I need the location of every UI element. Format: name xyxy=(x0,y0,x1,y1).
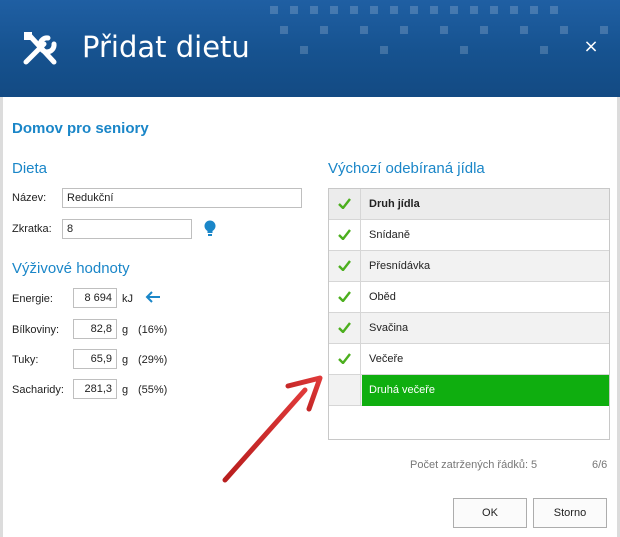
check-icon xyxy=(338,198,351,209)
row-checkbox[interactable] xyxy=(329,282,361,312)
fat-label: Tuky: xyxy=(12,354,39,366)
table-row-selected[interactable]: Druhá večeře xyxy=(329,375,609,406)
check-icon xyxy=(338,260,351,271)
check-icon xyxy=(338,291,351,302)
header-checkbox[interactable] xyxy=(329,189,361,219)
check-icon xyxy=(338,229,351,240)
energy-unit: kJ xyxy=(122,293,133,305)
short-label: Zkratka: xyxy=(12,223,52,235)
row-checkbox[interactable] xyxy=(329,344,361,374)
protein-label: Bílkoviny: xyxy=(12,324,60,336)
table-row[interactable]: Přesnídávka xyxy=(329,251,609,282)
carbs-label: Sacharidy: xyxy=(12,384,64,396)
cancel-button[interactable]: Storno xyxy=(533,498,607,528)
carbs-unit: g xyxy=(122,384,129,396)
ok-button[interactable]: OK xyxy=(453,498,527,528)
row-checkbox[interactable] xyxy=(329,313,361,343)
table-row[interactable]: Svačina xyxy=(329,313,609,344)
row-checkbox[interactable] xyxy=(329,251,361,281)
checked-rows-count: Počet zatržených řádků: 5 xyxy=(410,459,538,471)
title-bar: Přidat dietu × xyxy=(0,0,620,97)
row-checkbox[interactable] xyxy=(329,220,361,250)
row-checkbox[interactable] xyxy=(329,375,361,405)
energy-label: Energie: xyxy=(12,293,53,305)
grid-header-row[interactable]: Druh jídla xyxy=(329,189,609,220)
wrench-screwdriver-icon xyxy=(23,32,57,65)
lightbulb-icon[interactable] xyxy=(204,220,216,237)
table-row[interactable]: Oběd xyxy=(329,282,609,313)
meal-label: Druhá večeře xyxy=(369,384,436,396)
row-position: 6/6 xyxy=(592,459,608,471)
meal-label: Svačina xyxy=(369,322,409,334)
fat-percent: (29%) xyxy=(138,354,168,366)
column-header-meal-type: Druh jídla xyxy=(369,198,420,210)
header-pattern xyxy=(270,6,608,54)
organization-title: Domov pro seniory xyxy=(12,120,149,137)
protein-input[interactable]: 82,8 xyxy=(73,319,117,339)
diet-section-title: Dieta xyxy=(12,160,48,177)
check-icon xyxy=(338,322,351,333)
nutrition-section-title: Výživové hodnoty xyxy=(12,260,130,277)
arrow-left-icon[interactable] xyxy=(145,291,161,303)
protein-unit: g xyxy=(122,324,129,336)
name-input[interactable]: Redukční xyxy=(62,188,302,208)
close-icon[interactable]: × xyxy=(582,38,600,56)
meal-label: Večeře xyxy=(369,353,404,365)
check-icon xyxy=(338,353,351,364)
meals-section-title: Výchozí odebíraná jídla xyxy=(328,160,485,177)
window-border-left xyxy=(0,97,3,537)
fat-input[interactable]: 65,9 xyxy=(73,349,117,369)
table-row[interactable]: Večeře xyxy=(329,344,609,375)
fat-unit: g xyxy=(122,354,129,366)
short-input[interactable]: 8 xyxy=(62,219,192,239)
protein-percent: (16%) xyxy=(138,324,168,336)
meal-label: Oběd xyxy=(369,291,396,303)
name-label: Název: xyxy=(12,192,47,204)
window-title: Přidat dietu xyxy=(82,30,250,64)
carbs-percent: (55%) xyxy=(138,384,168,396)
carbs-input[interactable]: 281,3 xyxy=(73,379,117,399)
meal-label: Snídaně xyxy=(369,229,410,241)
energy-input[interactable]: 8 694 xyxy=(73,288,117,308)
meals-grid: Druh jídla Snídaně Přesnídávka Oběd Svač… xyxy=(328,188,610,440)
meal-label: Přesnídávka xyxy=(369,260,431,272)
table-row[interactable]: Snídaně xyxy=(329,220,609,251)
